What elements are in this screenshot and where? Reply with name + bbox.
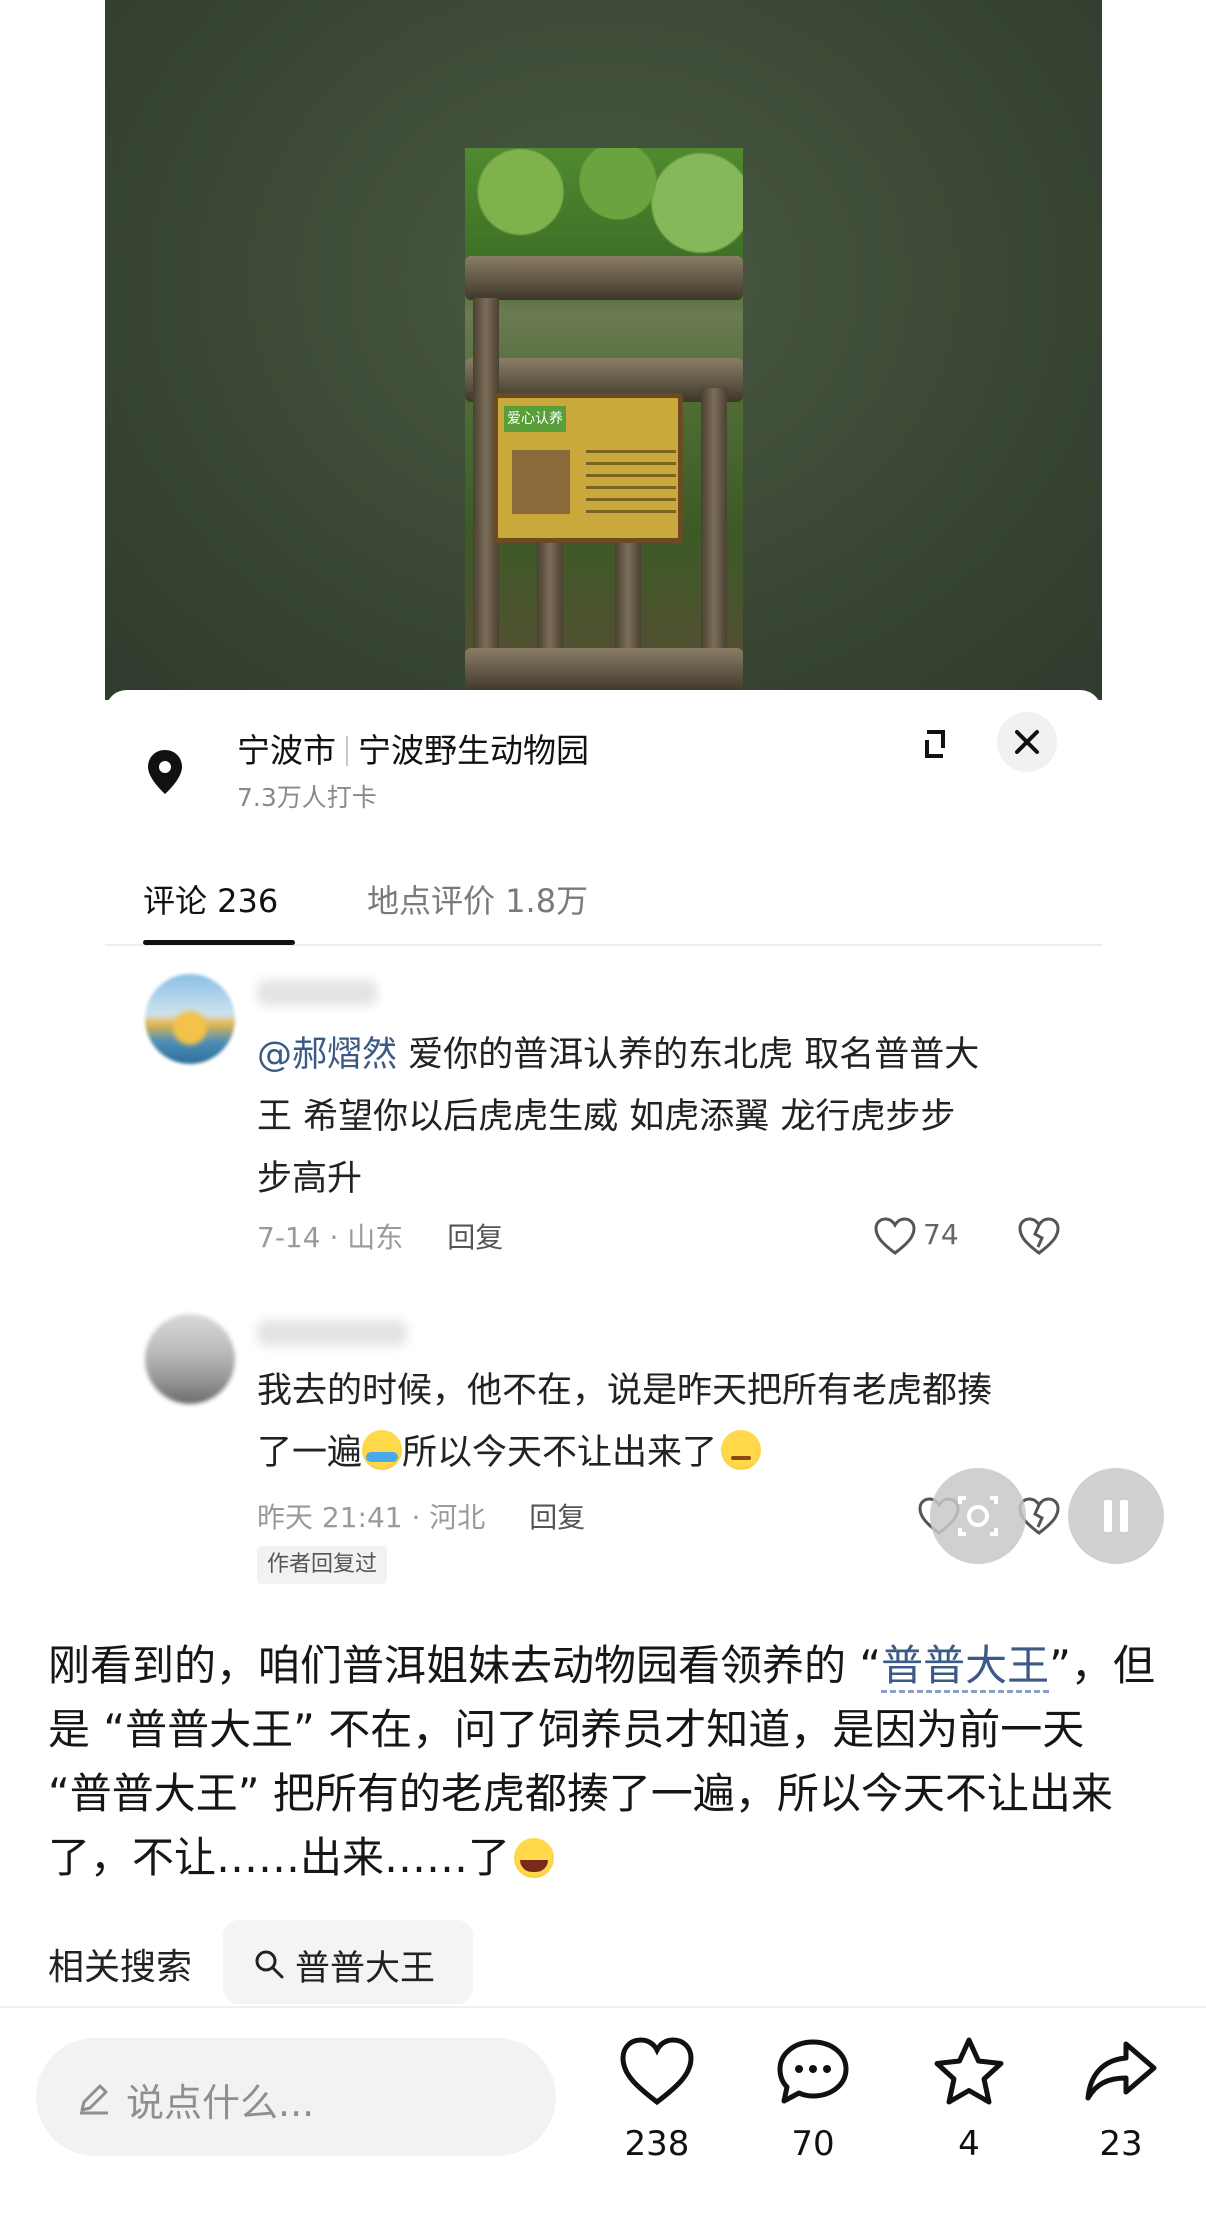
comment-time-location: 7-14 · 山东 [257,1221,404,1254]
fence-log [465,648,743,692]
share-button[interactable]: 23 [1066,2036,1176,2186]
comment-button[interactable]: 70 [758,2036,868,2186]
comment-count: 70 [791,2124,835,2164]
location-pin-icon [145,748,185,796]
sign-text-lines [586,450,676,520]
mention-link[interactable]: @郝熠然 [257,1035,397,1075]
related-search-chip[interactable]: 普普大王 [223,1920,473,2004]
star-icon [934,2037,1004,2105]
share-count: 23 [1099,2124,1143,2164]
fence-log [465,256,743,300]
comment-meta: 昨天 21:41 · 河北 回复 [257,1496,585,1536]
post-description: 刚看到的，咱们普洱姐妹去动物园看领养的 “普普大王”，但是 “普普大王” 不在，… [48,1634,1158,1890]
active-tab-indicator [143,940,295,945]
place-city: 宁波市 [237,731,336,770]
comment-item: @郝熠然 爱你的普洱认养的东北虎 取名普普大 王 希望你以后虎虎生威 如虎添翼 … [105,970,1102,1270]
favorite-count: 4 [958,2124,980,2164]
tree-background [465,148,743,258]
reply-button[interactable]: 回复 [529,1501,585,1534]
tab-comments[interactable]: 评论 236 [143,876,278,922]
avatar[interactable] [145,1314,235,1404]
comment-text-line: 爱你的普洱认养的东北虎 取名普普大 [397,1035,980,1075]
comment-text-line: 王 希望你以后虎虎生威 如虎添翼 龙行虎步步 [257,1097,956,1137]
adoption-sign: 爱心认养 [493,393,683,543]
place-title[interactable]: 宁波市 宁波野生动物园 [237,724,589,772]
scan-icon [958,1496,998,1536]
checkin-count: 7.3万人打卡 [237,783,377,812]
comment-body: @郝熠然 爱你的普洱认养的东北虎 取名普普大 王 希望你以后虎虎生威 如虎添翼 … [257,1024,1047,1210]
avatar[interactable] [145,974,235,1064]
like-count: 74 [923,1218,959,1251]
pencil-icon [80,2084,108,2115]
pause-button[interactable] [1068,1468,1164,1564]
author-replied-badge: 作者回复过 [257,1546,388,1584]
tiger-photo [512,450,570,514]
title-separator [346,736,348,766]
comment-tabs: 评论 236 地点评价 1.8万 [105,860,1102,946]
related-search-label: 相关搜索 [48,1947,193,1988]
search-icon [255,1950,284,1979]
video-player[interactable]: 爱心认养 [105,0,1102,700]
favorite-button[interactable]: 4 [914,2036,1024,2186]
bottom-action-bar: 说点什么... 238 70 4 23 [0,2006,1206,2233]
heart-icon [620,2037,694,2106]
comment-time-location: 昨天 21:41 · 河北 [257,1501,486,1534]
comment-input-placeholder: 说点什么... [126,2081,315,2125]
tab-place-reviews[interactable]: 地点评价 1.8万 [367,876,588,922]
sign-tag: 爱心认养 [504,406,566,432]
description-text: 刚看到的，咱们普洱姐妹去动物园看领养的 “ [48,1641,882,1690]
like-count: 238 [624,2124,690,2164]
related-search-query: 普普大王 [295,1949,436,1989]
heart-icon[interactable] [873,1216,917,1256]
laughing-tears-emoji [514,1838,555,1878]
video-frame: 爱心认养 [465,148,743,700]
image-search-button[interactable] [930,1468,1026,1564]
expand-icon [925,730,945,758]
place-name: 宁波野生动物园 [358,731,589,770]
comment-meta: 7-14 · 山东 回复 [257,1216,503,1256]
crying-face-emoji [362,1430,403,1470]
pause-icon [1104,1500,1128,1532]
comment-text-line: 所以今天不让出来了 [402,1433,718,1473]
reply-button[interactable]: 回复 [447,1221,503,1254]
close-button[interactable] [997,712,1057,772]
username-blurred[interactable] [257,980,377,1006]
comment-body: 我去的时候，他不在，说是昨天把所有老虎都揍 了一遍 所以今天不让出来了 [257,1360,1047,1484]
hashtag-link[interactable]: 普普大王 [881,1641,1050,1693]
close-icon [1015,730,1039,754]
like-button[interactable]: 238 [602,2036,712,2186]
share-arrow-icon [1085,2041,1157,2101]
username-blurred[interactable] [257,1320,407,1346]
comment-text-line: 我去的时候，他不在，说是昨天把所有老虎都揍 [257,1371,993,1411]
comment-text-line: 了一遍 [257,1433,363,1473]
expand-button[interactable] [905,714,965,774]
broken-heart-icon[interactable] [1017,1216,1061,1256]
speech-bubble-icon [777,2039,849,2104]
comment-input[interactable]: 说点什么... [36,2038,556,2156]
comment-text-line: 步高升 [257,1159,363,1199]
smirking-face-emoji [721,1430,762,1470]
